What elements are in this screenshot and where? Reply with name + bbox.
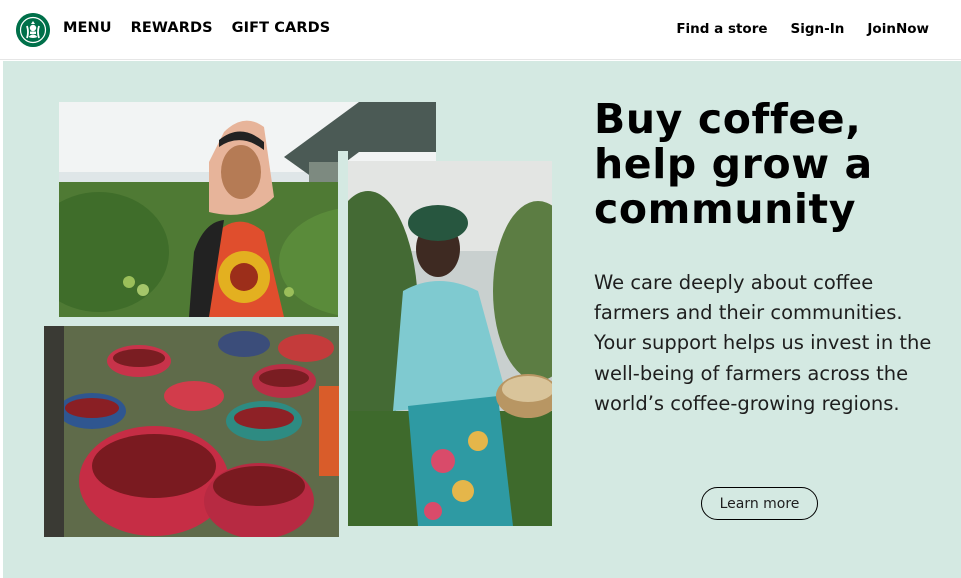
nav-rewards-link[interactable]: REWARDS [131, 20, 213, 36]
photo-divider [338, 151, 348, 317]
photo-coffee-cherry-baskets [44, 326, 339, 537]
starbucks-logo-icon[interactable] [16, 13, 50, 47]
primary-nav: MENU REWARDS GIFT CARDS [63, 20, 330, 36]
account-nav: Find a store Sign-In JoinNow [676, 21, 929, 37]
find-a-store-link[interactable]: Find a store [676, 21, 767, 37]
nav-gift-cards-link[interactable]: GIFT CARDS [232, 20, 331, 36]
hero-body-text: We care deeply about coffee farmers and … [594, 271, 932, 415]
hero-section: Buy coffee, help grow a community We car… [3, 61, 961, 578]
learn-more-button[interactable]: Learn more [701, 487, 818, 520]
hero-headline: Buy coffee, help grow a community [594, 95, 873, 233]
photo-farmer-teal-sweater [348, 161, 552, 526]
nav-menu-link[interactable]: MENU [63, 20, 112, 36]
sign-in-link[interactable]: Sign-In [791, 21, 845, 37]
join-now-link[interactable]: JoinNow [867, 21, 929, 37]
site-header: MENU REWARDS GIFT CARDS Find a store Sig… [0, 0, 961, 60]
